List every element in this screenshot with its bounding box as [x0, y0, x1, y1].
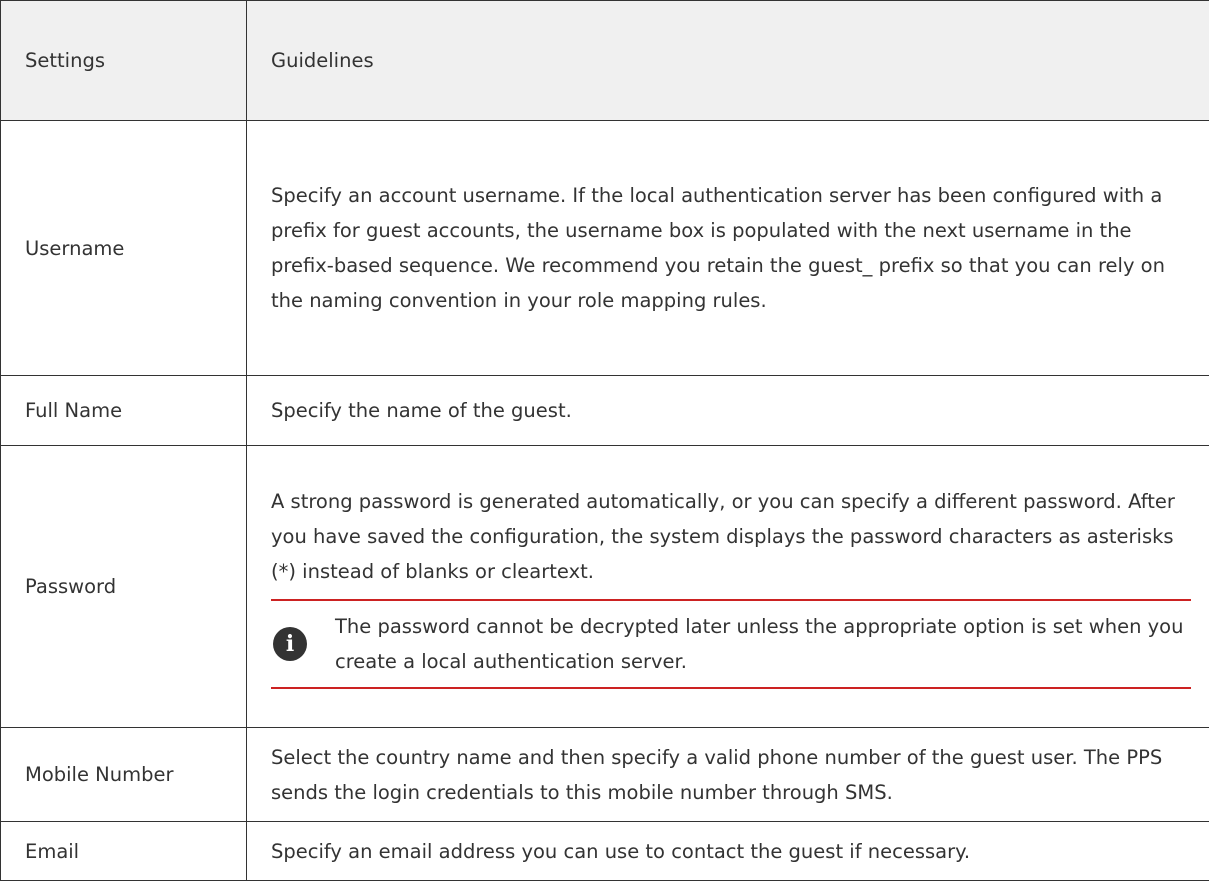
setting-cell-password: Password [1, 446, 247, 728]
table-row: Username Specify an account username. If… [1, 121, 1209, 376]
password-guideline-text: A strong password is generated automatic… [271, 484, 1191, 589]
guideline-cell-password: A strong password is generated automatic… [247, 446, 1209, 728]
table-row: Mobile Number Select the country name an… [1, 728, 1209, 822]
password-note-text: The password cannot be decrypted later u… [335, 609, 1191, 679]
setting-cell-email: Email [1, 822, 247, 881]
setting-cell-mobile-number: Mobile Number [1, 728, 247, 822]
column-header-settings: Settings [1, 1, 247, 121]
info-icon: i [273, 627, 307, 661]
password-note: i The password cannot be decrypted later… [271, 599, 1191, 689]
guideline-cell-username: Specify an account username. If the loca… [247, 121, 1209, 376]
table-row: Full Name Specify the name of the guest. [1, 376, 1209, 446]
guideline-cell-email: Specify an email address you can use to … [247, 822, 1209, 881]
table-header-row: Settings Guidelines [1, 1, 1209, 121]
table-row: Password A strong password is generated … [1, 446, 1209, 728]
setting-cell-username: Username [1, 121, 247, 376]
guideline-cell-mobile-number: Select the country name and then specify… [247, 728, 1209, 822]
setting-cell-full-name: Full Name [1, 376, 247, 446]
settings-guidelines-table: Settings Guidelines Username Specify an … [0, 0, 1209, 881]
guideline-cell-full-name: Specify the name of the guest. [247, 376, 1209, 446]
table-row: Email Specify an email address you can u… [1, 822, 1209, 881]
column-header-guidelines: Guidelines [247, 1, 1209, 121]
